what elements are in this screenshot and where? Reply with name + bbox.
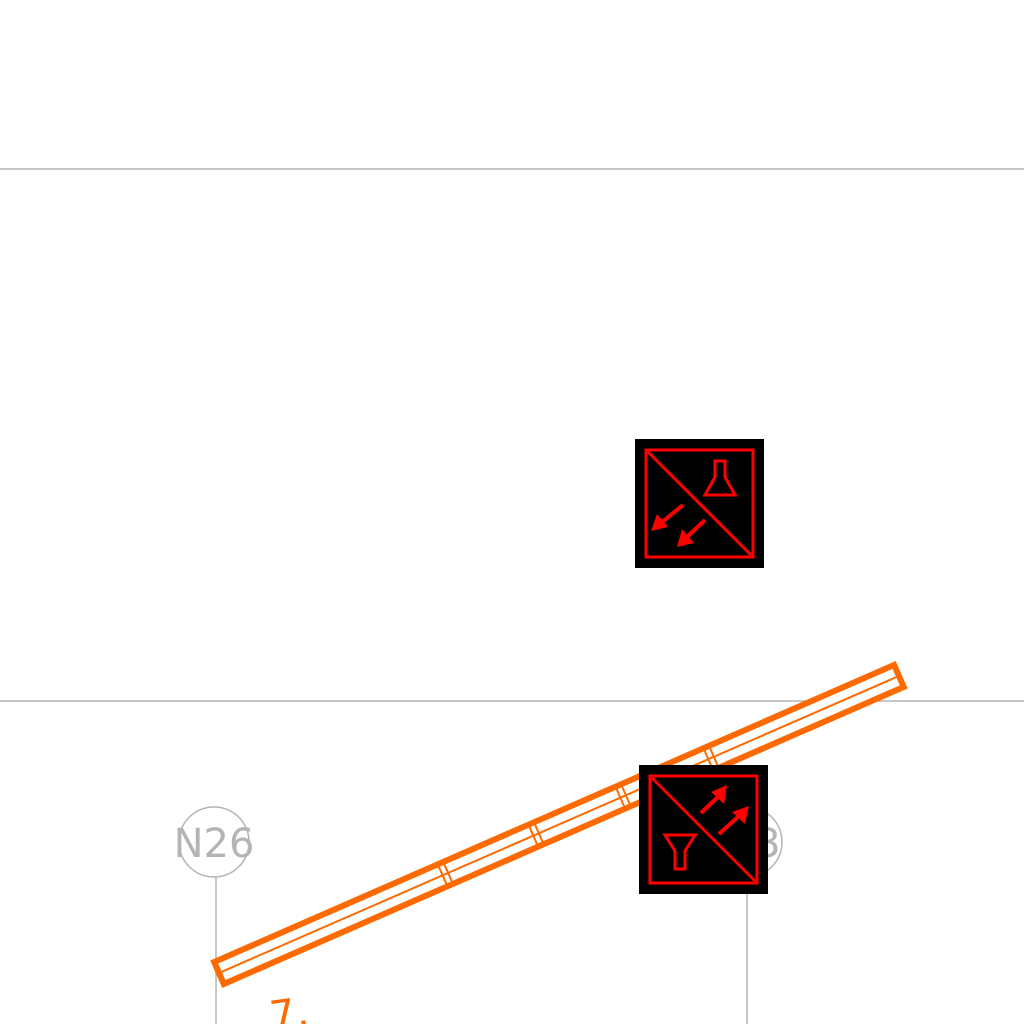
- duct-run[interactable]: [210, 660, 908, 988]
- grid-bubble-left[interactable]: N26: [174, 806, 255, 878]
- duct-centerline: [221, 676, 897, 973]
- grid-label-left: N26: [174, 821, 255, 867]
- floor-plan-drawing: N26 3 7,: [0, 168, 1024, 1024]
- duct-label: 7,: [267, 989, 311, 1024]
- speaker-up-device[interactable]: [639, 765, 768, 894]
- speaker-down-device[interactable]: [635, 439, 764, 568]
